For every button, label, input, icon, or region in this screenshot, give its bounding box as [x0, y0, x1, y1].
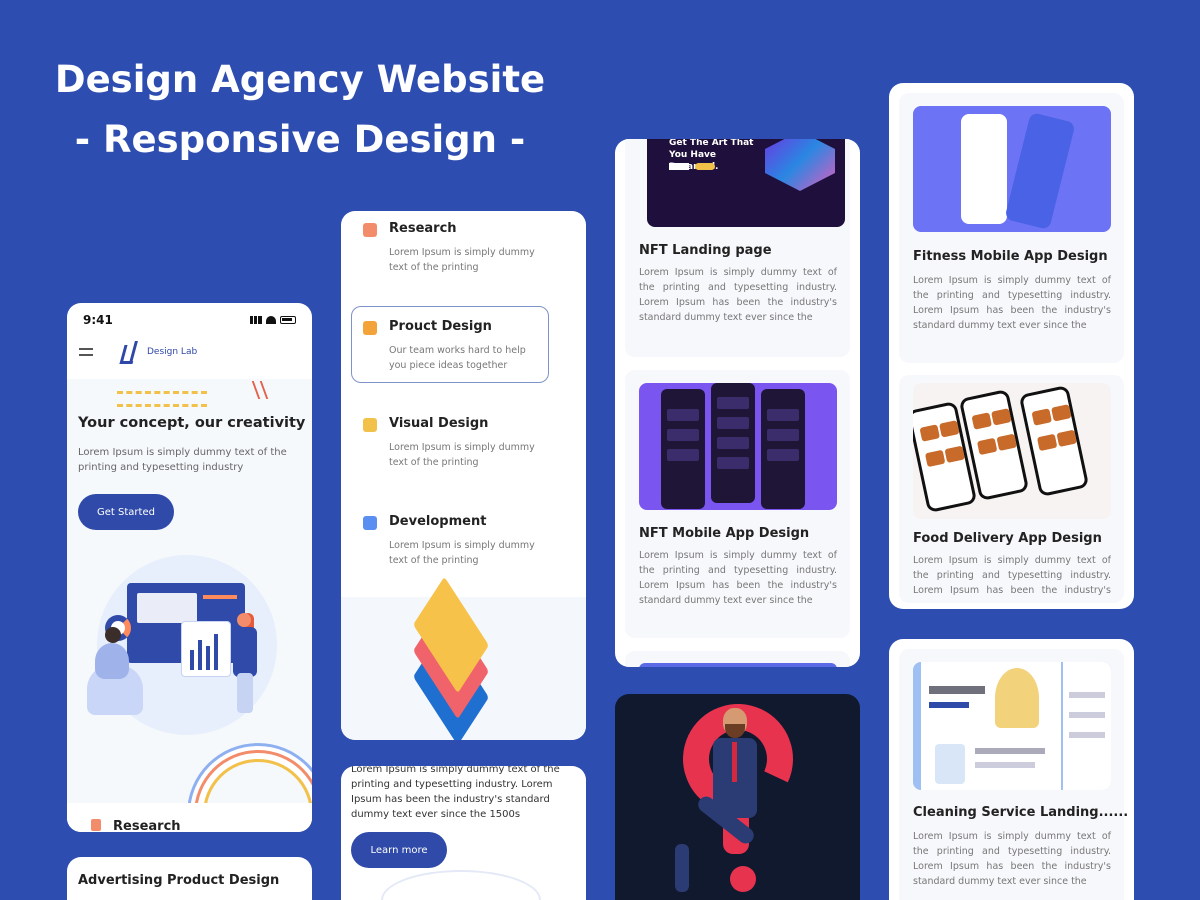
visual-design-icon	[363, 418, 377, 432]
phone-headline: Your concept, our creativity	[78, 415, 306, 431]
fitness-phone-screen	[961, 114, 1007, 224]
project-title: Fitness Mobile App Design	[913, 249, 1108, 264]
project-description: Lorem Ipsum is simply dummy text of the …	[913, 275, 1111, 331]
get-started-button[interactable]: Get Started	[78, 494, 174, 530]
service-title: Development	[389, 514, 487, 529]
nft-landing-thumbnail: Get The Art That You Have Dreamed.	[647, 139, 845, 227]
project-description: Lorem Ipsum is simply dummy text of the …	[913, 555, 1111, 596]
layers-illustration	[341, 576, 586, 740]
phone-next-section: Research	[67, 803, 312, 832]
development-icon	[363, 516, 377, 530]
service-title: Visual Design	[389, 416, 489, 431]
battery-icon	[280, 316, 296, 324]
services-panel: Research Lorem Ipsum is simply dummy tex…	[341, 211, 586, 740]
projects-column-cleaning: Cleaning Service Landing...... Lorem Ips…	[889, 639, 1134, 900]
hamburger-menu-icon[interactable]	[79, 348, 93, 356]
nft-explore-button	[695, 163, 715, 170]
research-icon	[91, 819, 101, 831]
phone-hero-section: Your concept, our creativity Lorem Ipsum…	[67, 379, 312, 832]
phone-navbar: Design Lab	[67, 327, 312, 363]
fitness-thumbnail	[913, 106, 1111, 232]
brand-logo[interactable]: Design Lab	[119, 341, 197, 363]
service-text: Our team works hard to help you piece id…	[389, 345, 526, 371]
fitness-phone-screen-2	[1004, 112, 1076, 230]
project-description: Lorem Ipsum is simply dummy text of the …	[639, 267, 837, 323]
projects-column-apps: Fitness Mobile App Design Lorem Ipsum is…	[889, 83, 1134, 609]
advertising-title: Advertising Product Design	[78, 873, 280, 888]
project-card-food[interactable]: Food Delivery App Design Lorem Ipsum is …	[899, 375, 1124, 603]
cleaning-page-right	[1063, 662, 1111, 790]
cleaning-thumbnail	[913, 662, 1111, 790]
logo-icon	[119, 341, 141, 363]
showcase-subtitle: - Responsive Design -	[74, 118, 526, 161]
about-snippet-card: Lorem Ipsum is simply dummy text of the …	[341, 766, 586, 900]
phone-mockup: 9:41 Design Lab Your concept, our creati…	[67, 303, 312, 832]
project-card-nft-mobile[interactable]: NFT Mobile App Design Lorem Ipsum is sim…	[625, 370, 850, 638]
research-icon	[363, 223, 377, 237]
about-text: Lorem Ipsum is simply dummy text of the …	[351, 766, 560, 820]
service-text: Lorem Ipsum is simply dummy text of the …	[389, 247, 535, 273]
nft-buy-button	[669, 163, 689, 170]
showcase-title: Design Agency Website	[54, 58, 546, 101]
wifi-icon	[266, 316, 276, 324]
project-description: Lorem Ipsum is simply dummy text of the …	[913, 831, 1111, 887]
project-card-fitness[interactable]: Fitness Mobile App Design Lorem Ipsum is…	[899, 93, 1124, 363]
project-title: NFT Landing page	[639, 243, 772, 258]
service-title: Prouct Design	[389, 319, 492, 334]
decoration-wave	[381, 870, 541, 900]
status-time: 9:41	[83, 313, 113, 327]
decoration-dashes	[117, 391, 207, 407]
project-description: Lorem Ipsum is simply dummy text of the …	[639, 550, 837, 606]
projects-column-nft: Get The Art That You Have Dreamed. NFT L…	[615, 139, 860, 667]
status-bar: 9:41	[67, 303, 312, 327]
product-design-icon	[363, 321, 377, 335]
project-title: Cleaning Service Landing......	[913, 805, 1129, 820]
project-card-cleaning[interactable]: Cleaning Service Landing...... Lorem Ips…	[899, 649, 1128, 900]
food-thumbnail	[913, 383, 1111, 519]
project-card-nft-landing[interactable]: Get The Art That You Have Dreamed. NFT L…	[625, 139, 850, 357]
question-mark-dot	[730, 866, 756, 892]
project-card-partial	[625, 651, 850, 667]
learn-more-button[interactable]: Learn more	[351, 832, 447, 868]
project-title: Food Delivery App Design	[913, 531, 1102, 546]
decoration-strokes	[251, 381, 269, 399]
hero-illustration	[87, 555, 287, 735]
service-text: Lorem Ipsum is simply dummy text of the …	[389, 442, 535, 468]
advertising-card[interactable]: Advertising Product Design	[67, 857, 312, 900]
signal-icon	[250, 316, 262, 324]
status-icons	[250, 316, 296, 324]
nft-mobile-thumbnail	[639, 383, 837, 510]
thinking-man-artwork	[615, 694, 860, 900]
next-section-title: Research	[113, 819, 181, 832]
service-title: Research	[389, 221, 457, 236]
phone-body-text: Lorem Ipsum is simply dummy text of the …	[78, 447, 287, 473]
cleaning-page-left	[921, 662, 1061, 790]
brand-name: Design Lab	[147, 347, 198, 357]
project-title: NFT Mobile App Design	[639, 526, 810, 541]
service-text: Lorem Ipsum is simply dummy text of the …	[389, 540, 535, 566]
isometric-art	[765, 139, 835, 191]
